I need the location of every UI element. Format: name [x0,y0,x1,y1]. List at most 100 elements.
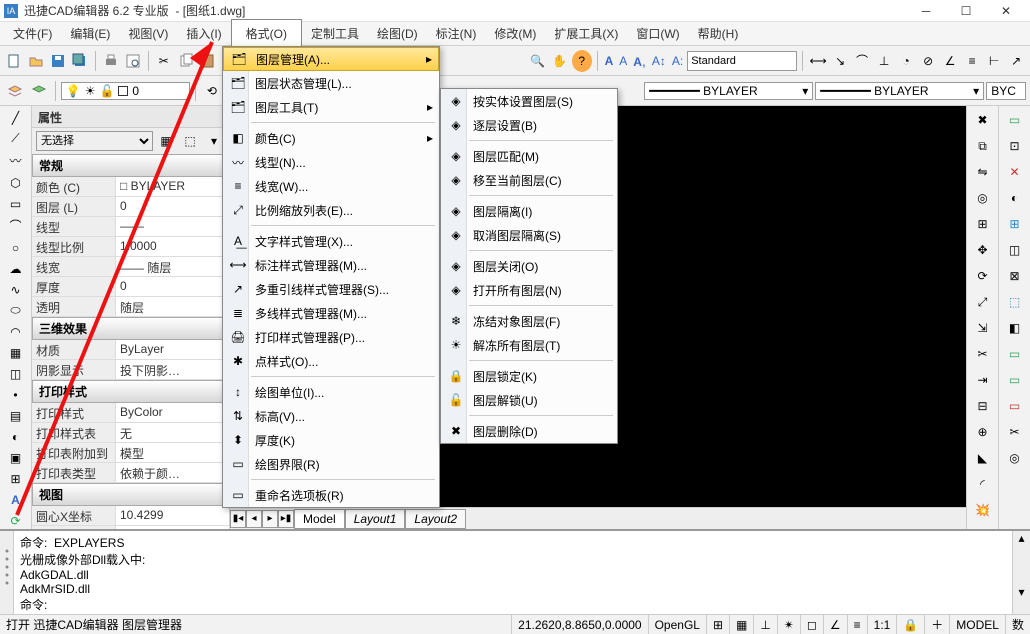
r13-icon[interactable]: ✂ [1004,421,1026,443]
arc-icon[interactable]: ⌒ [5,216,27,235]
status-ortho-icon[interactable]: ⊥ [753,615,776,634]
table-row[interactable]: 打印样式表无 [32,423,229,443]
table-row[interactable]: 颜色 (C)□ BYLAYER [32,177,229,197]
r5-icon[interactable]: ⊞ [1004,213,1026,235]
selection-dropdown[interactable]: 无选择 [36,131,153,151]
format-menu-item[interactable]: ▭绘图界限(R) [223,452,439,476]
polyline-icon[interactable]: 〰 [5,151,27,170]
polygon-icon[interactable]: ⬡ [5,174,27,191]
status-plus-icon[interactable]: ＋ [924,615,949,634]
dim-baseline-icon[interactable]: ≡ [962,50,982,72]
scale-icon[interactable]: ⤢ [972,291,994,313]
status-polar-icon[interactable]: ✴ [777,615,800,634]
dim-diameter-icon[interactable]: ⊘ [918,50,938,72]
layer-submenu-item[interactable]: ✖图层删除(D) [441,419,617,443]
menu-window[interactable]: 窗口(W) [627,22,688,45]
print-preview-icon[interactable] [123,50,143,72]
format-menu-item[interactable]: ◧颜色(C)▸ [223,126,439,150]
format-menu-item[interactable]: ↕绘图单位(I)... [223,380,439,404]
menu-edit[interactable]: 编辑(E) [61,22,119,45]
format-menu-item[interactable]: 🗂图层状态管理(L)... [223,71,439,95]
ellipse-icon[interactable]: ⬭ [5,302,27,319]
ellipsearc-icon[interactable]: ◠ [5,323,27,340]
tab-first-icon[interactable]: ▮◂ [230,510,246,528]
layer-submenu-item[interactable]: ◈打开所有图层(N) [441,278,617,302]
status-scale[interactable]: 1:1 [867,615,897,634]
section-view[interactable]: 视图 [32,483,229,506]
saveall-icon[interactable] [70,50,90,72]
layer-submenu-item[interactable]: 🔒图层锁定(K) [441,364,617,388]
dim-ord-icon[interactable]: ⊥ [874,50,894,72]
linetype-dropdown[interactable]: ━━━━━━━ BYLAYER▾ [644,82,813,100]
command-text[interactable]: 命令: EXPLAYERS 光栅成像外部Dll载入中: AdkGDAL.dll … [14,531,1012,614]
r9-icon[interactable]: ◧ [1004,317,1026,339]
r2-icon[interactable]: ⊡ [1004,135,1026,157]
table-row[interactable]: 线宽—— 随层 [32,257,229,277]
dim-linear-icon[interactable]: ⟷ [808,50,828,72]
format-menu-item[interactable]: ✱点样式(O)... [223,349,439,373]
status-otrack-icon[interactable]: ∠ [823,615,847,634]
pan-icon[interactable]: ✋ [550,50,570,72]
format-menu-item[interactable]: ≣多线样式管理器(M)... [223,301,439,325]
table-row[interactable]: 厚度0 [32,277,229,297]
text-a3-icon[interactable]: A, [631,53,648,69]
copy-icon[interactable] [176,50,196,72]
erase-icon[interactable]: ✖ [972,109,994,131]
layer-submenu-item[interactable]: ◈取消图层隔离(S) [441,223,617,247]
table-row[interactable]: 材质ByLayer [32,340,229,360]
dim-continue-icon[interactable]: ⊢ [984,50,1004,72]
format-menu-item[interactable]: ▭重命名选项板(R) [223,483,439,507]
format-menu-item[interactable]: 〰线型(N)... [223,150,439,174]
format-menu-item[interactable]: ≡线宽(W)... [223,174,439,198]
format-menu-item[interactable]: ⇅标高(V)... [223,404,439,428]
menu-modify[interactable]: 修改(M) [485,22,545,45]
format-menu-item[interactable]: ⬍厚度(K) [223,428,439,452]
menu-insert[interactable]: 插入(I) [177,22,230,45]
extend-icon[interactable]: ⇥ [972,369,994,391]
menu-custom-tools[interactable]: 定制工具 [302,22,368,45]
revcloud-icon[interactable]: ☁ [5,260,27,277]
explode-icon[interactable]: 💥 [972,499,994,521]
text-a1-icon[interactable]: A [603,54,616,68]
menu-format[interactable]: 格式(O) [231,19,302,47]
menu-dimension[interactable]: 标注(N) [427,22,486,45]
table-row[interactable]: 图层 (L)0 [32,197,229,217]
copy2-icon[interactable]: ⧉ [972,135,994,157]
format-menu-item[interactable]: 🖨打印样式管理器(P)... [223,325,439,349]
join-icon[interactable]: ⊕ [972,421,994,443]
paste-icon[interactable] [198,50,218,72]
status-snap-icon[interactable]: ⊞ [706,615,729,634]
quick-select-icon[interactable]: ▦ [155,130,177,152]
xline-icon[interactable]: ⟋ [5,130,27,147]
region-icon[interactable]: ▣ [5,449,27,466]
layer-props-icon[interactable] [4,80,26,102]
tab-layout2[interactable]: Layout2 [405,509,466,529]
dim-radius-icon[interactable]: ◔ [896,50,916,72]
table-row[interactable]: 阴影显示投下阴影… [32,360,229,380]
format-menu-item[interactable]: A͟文字样式管理(X)... [223,229,439,253]
menu-draw[interactable]: 绘图(D) [368,22,427,45]
table-row[interactable]: 线型比例1.0000 [32,237,229,257]
color-dropdown[interactable]: BYC [986,82,1026,100]
r12-icon[interactable]: ▭ [1004,395,1026,417]
cmd-grip[interactable] [0,531,14,614]
mtext-icon[interactable]: A [5,491,27,508]
insert-icon[interactable]: ▦ [5,344,27,361]
refresh-icon[interactable]: ⟳ [5,512,27,529]
layer-submenu-item[interactable]: ❄冻结对象图层(F) [441,309,617,333]
format-menu-item[interactable]: 🗂图层工具(T)▸ [223,95,439,119]
dim-arc-icon[interactable]: ⌒ [852,50,872,72]
command-line[interactable]: 命令: EXPLAYERS 光栅成像外部Dll载入中: AdkGDAL.dll … [0,529,1030,614]
text-a4-icon[interactable]: A↕ [650,54,668,68]
point-icon[interactable]: • [5,386,27,403]
layer-submenu-item[interactable]: ◈图层匹配(M) [441,144,617,168]
table-row[interactable]: 圆心Y坐标4.5000 [32,526,229,529]
table-row[interactable]: 打印样式ByColor [32,403,229,423]
layer-submenu-item[interactable]: ◈图层关闭(O) [441,254,617,278]
chamfer-icon[interactable]: ◣ [972,447,994,469]
layer-submenu-item[interactable]: 🔓图层解锁(U) [441,388,617,412]
r4-icon[interactable]: ◐ [1004,187,1026,209]
format-menu-item[interactable]: ⟷标注样式管理器(M)... [223,253,439,277]
spline-icon[interactable]: ∿ [5,281,27,298]
select-objects-icon[interactable]: ⬚ [179,130,201,152]
